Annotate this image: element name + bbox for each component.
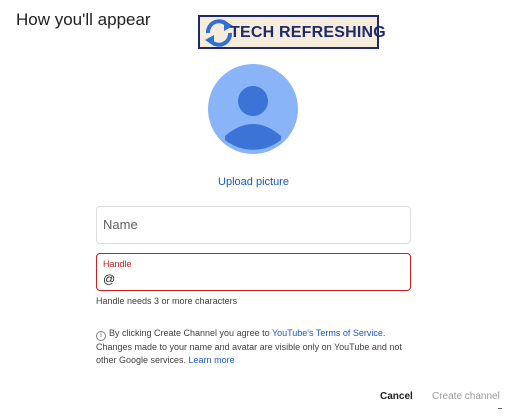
terms-text-before: By clicking Create Channel you agree to [109,328,272,338]
create-channel-button[interactable]: Create channel [432,391,500,402]
create-channel-dialog: How you'll appear TECH REFRESHING Upload… [0,0,507,416]
handle-label: Handle [103,259,132,269]
info-icon: i [96,331,106,341]
page-title: How you'll appear [16,10,151,29]
handle-error-message: Handle needs 3 or more characters [96,296,238,306]
learn-more-link[interactable]: Learn more [189,355,235,365]
cancel-button[interactable]: Cancel [380,391,413,402]
terms-notice: i By clicking Create Channel you agree to… [96,327,416,366]
person-avatar-icon[interactable] [208,64,298,154]
upload-picture-link[interactable]: Upload picture [0,176,507,188]
divider [498,408,502,409]
watermark-text: TECH REFRESHING [230,24,386,41]
watermark-logo: TECH REFRESHING [198,15,386,49]
handle-input[interactable]: @ [103,272,115,286]
name-field[interactable] [96,206,411,244]
terms-of-service-link[interactable]: YouTube's Terms of Service [272,328,383,338]
name-input[interactable] [103,217,393,232]
handle-field[interactable]: Handle @ [96,253,411,291]
